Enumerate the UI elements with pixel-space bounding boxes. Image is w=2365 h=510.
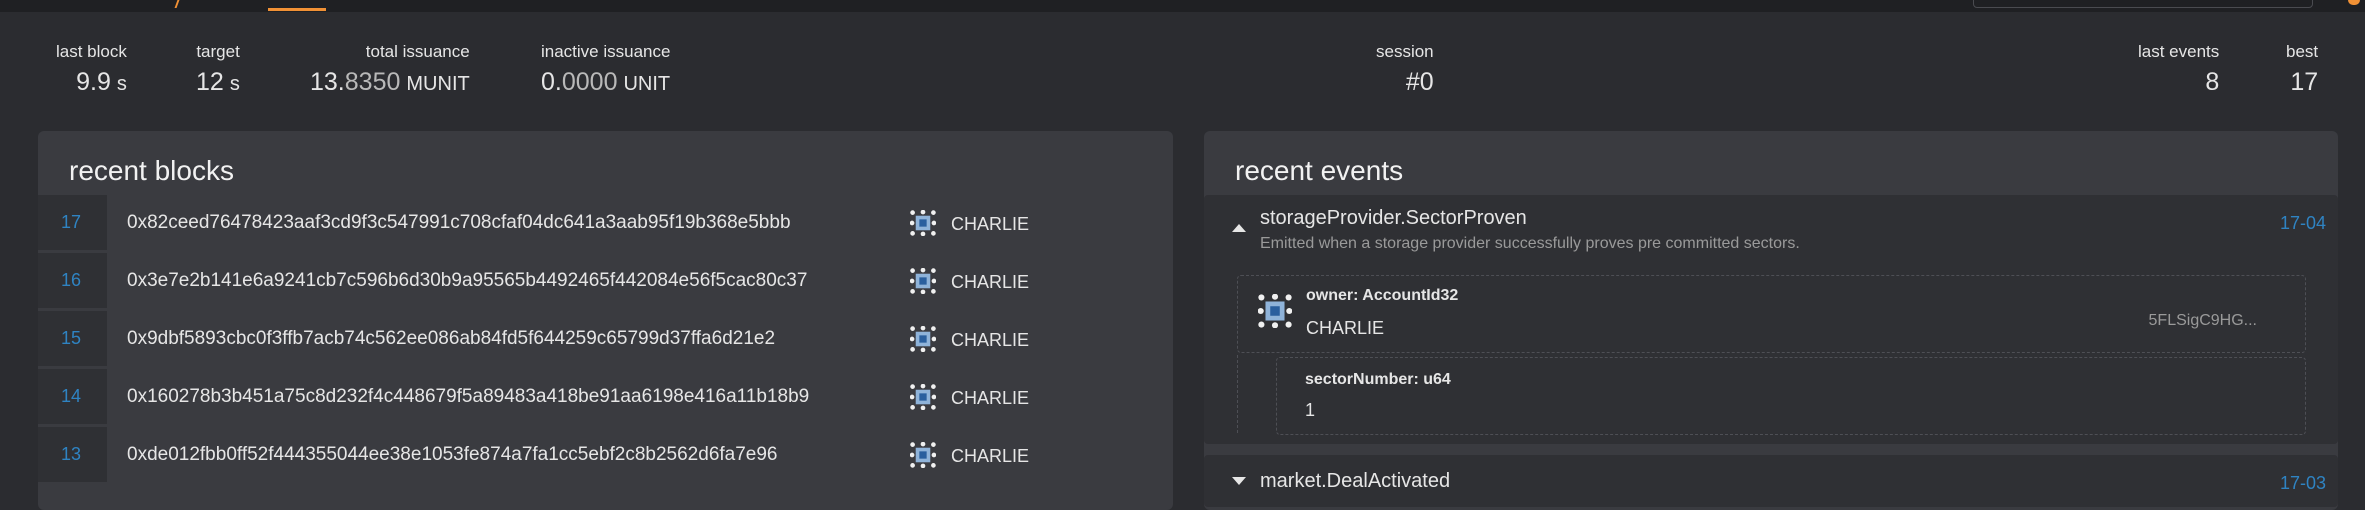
- top-nav-bar: [0, 0, 2365, 12]
- stat-unit: s: [229, 73, 240, 95]
- block-hash[interactable]: 0x160278b3b451a75c8d232f4c448679f5a89483…: [127, 369, 809, 424]
- stat-label: best: [2286, 42, 2319, 61]
- stat-value: 9.9 s: [56, 66, 127, 100]
- stat-target: target 12 s: [196, 42, 240, 100]
- notification-dot-icon: [2348, 0, 2360, 5]
- search-input[interactable]: [1973, 0, 2313, 8]
- block-number-link[interactable]: 15: [38, 311, 104, 366]
- block-author[interactable]: CHARLIE: [951, 311, 1029, 370]
- stat-last-block: last block 9.9 s: [56, 42, 127, 100]
- stat-decimals: 8350: [344, 68, 401, 96]
- stat-best: best 17: [2286, 42, 2318, 98]
- identicon-icon[interactable]: [910, 268, 936, 294]
- block-number-link[interactable]: 13: [38, 427, 104, 482]
- block-number-link[interactable]: 14: [38, 369, 104, 424]
- events-list: storageProvider.SectorProven Emitted whe…: [1204, 195, 2338, 507]
- stat-number: 13.: [310, 68, 345, 96]
- stat-label: target: [196, 42, 240, 61]
- event-name: market.DealActivated: [1260, 470, 1451, 492]
- event-block-link[interactable]: 17-03: [2280, 473, 2326, 494]
- stat-session: session #0: [1376, 42, 1434, 98]
- stat-label: inactive issuance: [541, 42, 671, 61]
- stat-unit: UNIT: [623, 73, 671, 95]
- stat-value: 13.8350 MUNIT: [310, 66, 470, 100]
- blocks-list: 17 0x82ceed76478423aaf3cd9f3c547991c708cf…: [38, 195, 1173, 485]
- stat-last-events: last events 8: [2138, 42, 2219, 98]
- nav-tab-edge: [174, 0, 180, 8]
- caret-down-icon[interactable]: [1232, 477, 1246, 485]
- param-name: owner: AccountId32: [1306, 287, 1459, 304]
- stat-value: #0: [1405, 68, 1434, 96]
- block-author[interactable]: CHARLIE: [951, 253, 1029, 312]
- event-name: storageProvider.SectorProven: [1260, 207, 1527, 229]
- active-tab-indicator: [268, 8, 326, 11]
- stat-value: 12 s: [196, 66, 240, 100]
- stat-value: 0.0000 UNIT: [541, 66, 670, 100]
- stat-number: 12: [196, 68, 224, 96]
- param-value[interactable]: CHARLIE: [1306, 318, 1384, 339]
- panel-title: recent blocks: [69, 155, 234, 186]
- stat-value: 17: [2290, 68, 2319, 96]
- stat-unit: s: [116, 73, 127, 95]
- block-hash[interactable]: 0xde012fbb0ff52f444355044ee38e1053fe874a…: [127, 427, 778, 482]
- block-number-link[interactable]: 17: [38, 195, 104, 250]
- stat-unit: MUNIT: [406, 73, 470, 95]
- stat-value: 8: [2205, 68, 2220, 96]
- stat-label: session: [1376, 42, 1434, 61]
- param-tree-line: [1237, 355, 1239, 433]
- param-address[interactable]: 5FLSigC9HG...: [2149, 312, 2257, 330]
- block-author[interactable]: CHARLIE: [951, 427, 1029, 486]
- identicon-icon[interactable]: [910, 326, 936, 352]
- event-param-owner: owner: AccountId32 CHARLIE 5FLSigC9HG...: [1237, 275, 2306, 353]
- block-number-link[interactable]: 16: [38, 253, 104, 308]
- event-item-collapsed[interactable]: market.DealActivated 17-03: [1204, 455, 2338, 507]
- param-value: 1: [1305, 400, 1316, 420]
- identicon-icon: [1258, 294, 1292, 328]
- caret-up-icon[interactable]: [1232, 224, 1246, 232]
- block-author[interactable]: CHARLIE: [951, 369, 1029, 428]
- stat-label: last block: [56, 42, 127, 61]
- recent-blocks-panel: recent blocks 17 0x82ceed76478423aaf3cd9f…: [38, 131, 1173, 510]
- block-author[interactable]: CHARLIE: [951, 195, 1029, 254]
- stat-decimals: 0000: [561, 68, 618, 96]
- block-row: 13 0xde012fbb0ff52f444355044ee38e1053fe87…: [38, 427, 1173, 482]
- block-row: 17 0x82ceed76478423aaf3cd9f3c547991c708cf…: [38, 195, 1173, 250]
- identicon-icon[interactable]: [910, 384, 936, 410]
- event-item-expanded[interactable]: storageProvider.SectorProven Emitted whe…: [1204, 195, 2338, 444]
- stat-number: 9.9: [76, 68, 111, 96]
- stat-number: 0.: [541, 68, 562, 96]
- block-hash[interactable]: 0x9dbf5893cbc0f3ffb7acb74c562ee086ab84fd…: [127, 311, 775, 366]
- block-hash[interactable]: 0x82ceed76478423aaf3cd9f3c547991c708cfaf…: [127, 195, 791, 250]
- stat-label: last events: [2138, 42, 2220, 61]
- block-hash[interactable]: 0x3e7e2b141e6a9241cb7c596b6d30b9a95565b4…: [127, 253, 807, 308]
- block-row: 15 0x9dbf5893cbc0f3ffb7acb74c562ee086ab84…: [38, 311, 1173, 366]
- identicon-icon[interactable]: [910, 210, 936, 236]
- event-param-sector-number: sectorNumber: u64 1: [1276, 357, 2306, 435]
- param-name: sectorNumber: u64: [1305, 371, 1451, 388]
- event-block-link[interactable]: 17-04: [2280, 213, 2326, 234]
- stat-total-issuance: total issuance 13.8350 MUNIT: [310, 42, 470, 100]
- block-row: 14 0x160278b3b451a75c8d232f4c448679f5a894…: [38, 369, 1173, 424]
- recent-events-panel: recent events storageProvider.SectorProv…: [1204, 131, 2338, 510]
- identicon-icon[interactable]: [910, 442, 936, 468]
- chain-summary: last block 9.9 s target 12 s total issuanc…: [0, 12, 2365, 130]
- event-description: Emitted when a storage provider successf…: [1260, 235, 1800, 252]
- panel-title: recent events: [1235, 155, 1404, 186]
- stat-inactive-issuance: inactive issuance 0.0000 UNIT: [541, 42, 670, 100]
- block-row: 16 0x3e7e2b141e6a9241cb7c596b6d30b9a95565…: [38, 253, 1173, 308]
- stat-label: total issuance: [365, 42, 470, 61]
